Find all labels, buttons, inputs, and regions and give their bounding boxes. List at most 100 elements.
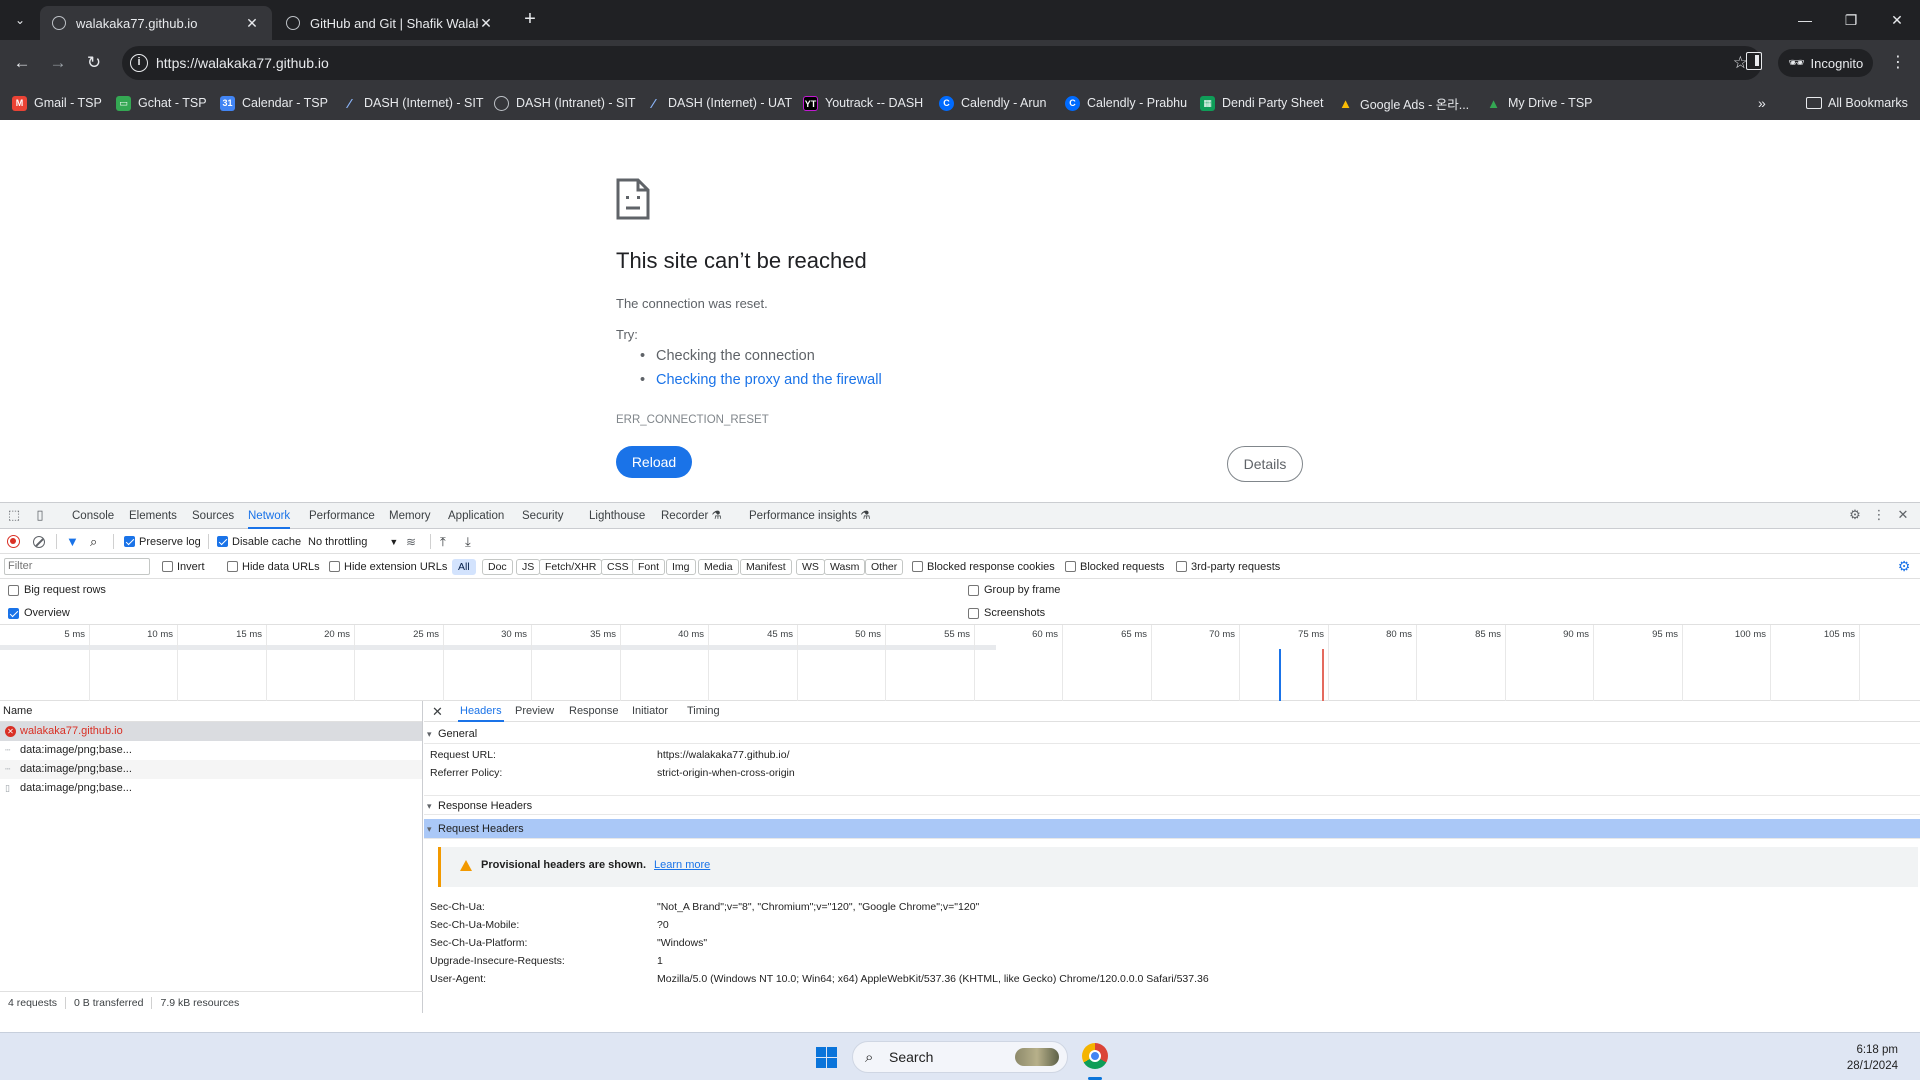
blocked-requests-checkbox[interactable]: Blocked requests	[1065, 554, 1164, 579]
checkbox-checked[interactable]	[124, 536, 135, 547]
tab-performance[interactable]: Performance	[309, 503, 375, 529]
tab-initiator[interactable]: Initiator	[632, 701, 668, 722]
tab-response[interactable]: Response	[569, 701, 619, 722]
tab-application[interactable]: Application	[448, 503, 504, 529]
type-filter-doc[interactable]: Doc	[482, 559, 513, 575]
response-headers-section-header[interactable]: Response Headers	[424, 795, 1920, 816]
screenshots-checkbox[interactable]: Screenshots	[968, 607, 1045, 619]
throttling-select[interactable]: No throttling ▼	[308, 529, 398, 554]
minimize-icon[interactable]: —	[1782, 0, 1828, 40]
hide-data-urls-checkbox[interactable]: Hide data URLs	[227, 554, 320, 579]
tab-timing[interactable]: Timing	[687, 701, 720, 722]
bookmark-dendi-party-sheet[interactable]: ▦ Dendi Party Sheet	[1200, 86, 1323, 120]
checkbox-checked[interactable]	[217, 536, 228, 547]
tab-performance-insights[interactable]: Performance insights ⚗	[749, 503, 871, 529]
tab-search-chevron-icon[interactable]: ⌄	[8, 8, 32, 32]
group-by-frame-checkbox[interactable]: Group by frame	[968, 584, 1060, 596]
type-filter-ws[interactable]: WS	[796, 559, 825, 575]
suggestion-link[interactable]: Checking the proxy and the firewall	[640, 372, 882, 388]
filter-funnel-icon[interactable]: ▼	[66, 529, 79, 554]
device-toolbar-icon[interactable]: ▯	[32, 507, 48, 523]
bookmark-calendar[interactable]: 31 Calendar - TSP	[220, 86, 328, 120]
blocked-cookies-checkbox[interactable]: Blocked response cookies	[912, 554, 1055, 579]
windows-start-icon[interactable]	[816, 1047, 837, 1068]
clear-button[interactable]	[33, 529, 45, 554]
tab-recorder[interactable]: Recorder ⚗	[661, 503, 722, 529]
request-row[interactable]: ┄ data:image/png;base...	[0, 760, 422, 779]
learn-more-link[interactable]: Learn more	[654, 859, 710, 871]
taskbar-search[interactable]: ⌕ Search	[852, 1041, 1068, 1073]
type-filter-other[interactable]: Other	[865, 559, 904, 575]
more-bookmarks-icon[interactable]: »	[1758, 86, 1766, 120]
settings-gear-icon[interactable]: ⚙	[1847, 507, 1863, 523]
type-filter-font[interactable]: Font	[632, 559, 666, 575]
tab-memory[interactable]: Memory	[389, 503, 431, 529]
hide-extension-urls-checkbox[interactable]: Hide extension URLs	[329, 554, 447, 579]
bookmark-dash-intranet-sit[interactable]: DASH (Intranet) - SIT	[494, 86, 635, 120]
restore-icon[interactable]: ❐	[1828, 0, 1874, 40]
tab-network[interactable]: Network	[248, 503, 291, 529]
close-tab-icon[interactable]: ✕	[244, 15, 260, 32]
import-har-icon[interactable]: ⤒	[440, 529, 446, 554]
type-filter-css[interactable]: CSS	[601, 559, 635, 575]
checkbox-unchecked[interactable]	[162, 561, 173, 572]
bookmark-dash-internet-sit[interactable]: ⁄ DASH (Internet) - SIT	[342, 86, 483, 120]
checkbox-unchecked[interactable]	[912, 561, 923, 572]
checkbox-unchecked[interactable]	[968, 584, 979, 596]
tab-sources[interactable]: Sources	[192, 503, 234, 529]
bookmark-gchat[interactable]: ▭ Gchat - TSP	[116, 86, 207, 120]
request-row-error[interactable]: ✕ walakaka77.github.io	[0, 722, 422, 741]
bookmark-calendly-prabhu[interactable]: C Calendly - Prabhu	[1065, 86, 1187, 120]
incognito-badge[interactable]: 🕶 Incognito	[1778, 49, 1874, 77]
invert-checkbox[interactable]: Invert	[162, 554, 205, 579]
tab-security[interactable]: Security	[522, 503, 564, 529]
disable-cache-checkbox[interactable]: Disable cache	[217, 529, 301, 554]
close-tab-icon[interactable]: ✕	[478, 15, 494, 32]
reload-icon[interactable]: ↻	[82, 51, 106, 75]
third-party-checkbox[interactable]: 3rd-party requests	[1176, 554, 1280, 579]
back-icon[interactable]: ←	[10, 51, 34, 75]
all-bookmarks-button[interactable]: All Bookmarks	[1806, 86, 1908, 120]
bookmark-youtrack[interactable]: YT Youtrack -- DASH	[803, 86, 923, 120]
new-tab-button[interactable]: +	[520, 8, 540, 32]
inspect-element-icon[interactable]: ⬚	[6, 507, 22, 523]
checkbox-unchecked[interactable]	[968, 607, 979, 619]
type-filter-all[interactable]: All	[452, 559, 476, 575]
type-filter-js[interactable]: JS	[516, 559, 541, 575]
type-filter-img[interactable]: Img	[666, 559, 696, 575]
preserve-log-checkbox[interactable]: Preserve log	[124, 529, 201, 554]
checkbox-checked[interactable]	[8, 607, 19, 619]
site-info-icon[interactable]: i	[130, 54, 148, 72]
network-overview-timeline[interactable]: 5 ms 10 ms 15 ms 20 ms 25 ms 30 ms 35 ms 40 ms 4…	[0, 625, 1920, 701]
tab-preview[interactable]: Preview	[515, 701, 554, 722]
side-panel-icon[interactable]	[1746, 52, 1762, 70]
menu-kebab-icon[interactable]: ⋮	[1888, 51, 1908, 75]
bookmark-dash-internet-uat[interactable]: ⁄ DASH (Internet) - UAT	[646, 86, 792, 120]
checkbox-unchecked[interactable]	[329, 561, 340, 572]
close-devtools-icon[interactable]: ✕	[1895, 507, 1911, 523]
tab-elements[interactable]: Elements	[129, 503, 177, 529]
details-button[interactable]: Details	[1227, 446, 1303, 482]
devtools-menu-icon[interactable]: ⋮	[1871, 507, 1887, 523]
system-clock[interactable]: 6:18 pm 28/1/2024	[1847, 1042, 1898, 1074]
network-conditions-icon[interactable]: ≋	[406, 529, 416, 554]
tab-console[interactable]: Console	[72, 503, 114, 529]
record-button[interactable]	[7, 529, 20, 554]
type-filter-fetch-xhr[interactable]: Fetch/XHR	[539, 559, 603, 575]
request-row[interactable]: ┄ data:image/png;base...	[0, 741, 422, 760]
big-rows-checkbox[interactable]: Big request rows	[8, 584, 106, 596]
tab-headers[interactable]: Headers	[458, 701, 504, 722]
type-filter-wasm[interactable]: Wasm	[824, 559, 866, 575]
type-filter-media[interactable]: Media	[698, 559, 739, 575]
export-har-icon[interactable]: ⤓	[465, 529, 471, 554]
request-headers-section-header[interactable]: Request Headers	[424, 819, 1920, 839]
bookmark-gmail[interactable]: M Gmail - TSP	[12, 86, 102, 120]
request-row[interactable]: ▯ data:image/png;base...	[0, 779, 422, 798]
close-details-icon[interactable]: ✕	[432, 701, 443, 722]
close-window-icon[interactable]: ✕	[1874, 0, 1920, 40]
general-section-header[interactable]: General	[424, 724, 1920, 744]
tab-active[interactable]: walakaka77.github.io ✕	[40, 6, 272, 40]
search-icon[interactable]: ⌕	[90, 529, 97, 554]
bookmark-calendly-arun[interactable]: C Calendly - Arun	[939, 86, 1046, 120]
overview-checkbox[interactable]: Overview	[8, 607, 70, 619]
